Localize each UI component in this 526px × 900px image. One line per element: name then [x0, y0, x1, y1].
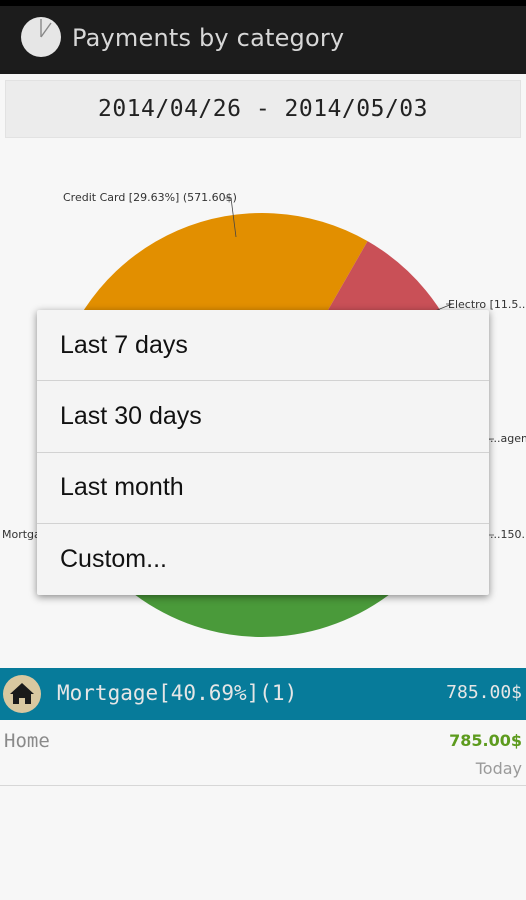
date-range-menu: Last 7 days Last 30 days Last month Cust… — [37, 310, 489, 595]
menu-item-custom[interactable]: Custom... — [37, 524, 489, 595]
menu-item-last-30-days[interactable]: Last 30 days — [37, 381, 489, 453]
menu-item-last-month[interactable]: Last month — [37, 453, 489, 524]
menu-item-last-7-days[interactable]: Last 7 days — [37, 310, 489, 382]
screen: Payments by category 2014/04/26 - 2014/0… — [0, 0, 526, 900]
